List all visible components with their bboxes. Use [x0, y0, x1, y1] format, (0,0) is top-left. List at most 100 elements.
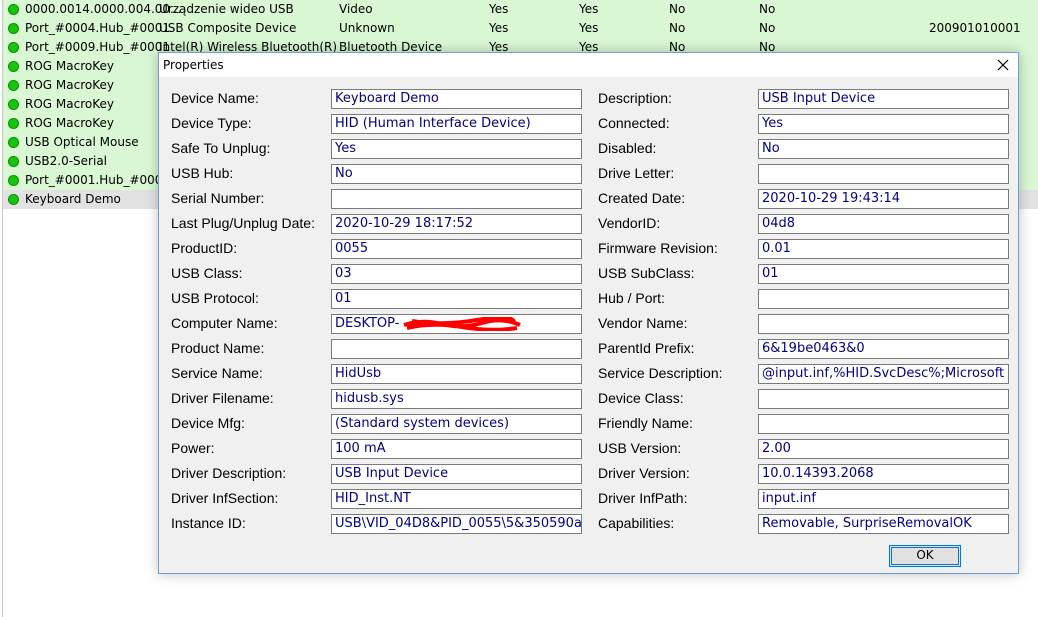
field-value-text: 2.00: [762, 441, 791, 456]
cell-name: Port_#0009.Hub_#0001: [25, 40, 171, 54]
device-row[interactable]: Port_#0004.Hub_#0001 USB Composite Device…: [3, 19, 1038, 38]
left-field-value[interactable]: HidUsb: [331, 364, 582, 384]
left-field-label: Device Mfg:: [171, 415, 245, 431]
cell-safe: Yes: [579, 2, 599, 16]
cell-serial: 200901010001: [929, 21, 1021, 35]
right-field-label: ParentId Prefix:: [598, 340, 695, 356]
field-value-text: Keyboard Demo: [335, 91, 439, 106]
right-field-value[interactable]: @input.inf,%HID.SvcDesc%;Microsoft: [758, 364, 1009, 384]
left-field-label: Device Name:: [171, 90, 259, 106]
field-value-text: No: [335, 166, 353, 181]
close-icon[interactable]: [994, 56, 1012, 74]
right-field-value[interactable]: No: [758, 139, 1009, 159]
dialog-title: Properties: [163, 58, 224, 72]
left-field-label: Power:: [171, 440, 215, 456]
cell-name: Keyboard Demo: [25, 192, 121, 206]
left-field-label: ProductID:: [171, 240, 238, 256]
right-field-value[interactable]: 2.00: [758, 439, 1009, 459]
left-field-value[interactable]: [331, 339, 582, 359]
left-field-label: Safe To Unplug:: [171, 140, 271, 156]
left-field-value[interactable]: No: [331, 164, 582, 184]
left-field-value[interactable]: Yes: [331, 139, 582, 159]
field-value-text: USB Input Device: [335, 466, 449, 481]
field-value-text: 01: [762, 266, 779, 281]
left-field-value[interactable]: Keyboard Demo: [331, 89, 582, 109]
field-value-text: 03: [335, 266, 352, 281]
right-field-label: Vendor Name:: [598, 315, 688, 331]
right-field-value[interactable]: 6&19be0463&0: [758, 339, 1009, 359]
left-field-value[interactable]: USB\VID_04D8&PID_0055\5&350590a: [331, 514, 582, 534]
green-dot-icon: [8, 23, 19, 34]
right-field-value[interactable]: [758, 289, 1009, 309]
field-value-text: input.inf: [762, 491, 816, 506]
right-field-label: USB Version:: [598, 440, 682, 456]
cell-description: Urządzenie wideo USB: [159, 2, 294, 16]
field-value-text: 2020-10-29 18:17:52: [335, 216, 474, 231]
left-field-value[interactable]: 100 mA: [331, 439, 582, 459]
green-dot-icon: [8, 137, 19, 148]
cell-name: ROG MacroKey: [25, 59, 114, 73]
left-field-label: Driver Filename:: [171, 390, 274, 406]
left-field-label: Device Type:: [171, 115, 252, 131]
field-value-text: @input.inf,%HID.SvcDesc%;Microsoft: [762, 366, 1005, 381]
right-field-label: VendorID:: [598, 215, 661, 231]
left-field-label: Driver InfSection:: [171, 490, 279, 506]
dialog-titlebar[interactable]: Properties: [159, 53, 1018, 77]
left-field-value[interactable]: DESKTOP-: [331, 314, 582, 334]
right-field-value[interactable]: 04d8: [758, 214, 1009, 234]
field-value-text: HID (Human Interface Device): [335, 116, 531, 131]
left-field-label: Instance ID:: [171, 515, 246, 531]
left-field-label: Product Name:: [171, 340, 265, 356]
left-field-value[interactable]: USB Input Device: [331, 464, 582, 484]
left-field-label: Computer Name:: [171, 315, 278, 331]
field-value-text: 2020-10-29 19:43:14: [762, 191, 901, 206]
left-field-value[interactable]: hidusb.sys: [331, 389, 582, 409]
right-field-label: Description:: [598, 90, 672, 106]
right-field-value[interactable]: Yes: [758, 114, 1009, 134]
green-dot-icon: [8, 194, 19, 205]
ok-button[interactable]: OK: [889, 545, 961, 567]
cell-connected: Yes: [489, 21, 509, 35]
field-value-text: 10.0.14393.2068: [762, 466, 874, 481]
cell-name: USB2.0-Serial: [25, 154, 108, 168]
field-value-text: HID_Inst.NT: [335, 491, 411, 506]
left-field-label: USB Hub:: [171, 165, 234, 181]
right-field-label: Disabled:: [598, 140, 657, 156]
right-field-value[interactable]: [758, 164, 1009, 184]
right-field-label: Friendly Name:: [598, 415, 693, 431]
left-field-value[interactable]: 01: [331, 289, 582, 309]
field-value-text: 0.01: [762, 241, 791, 256]
right-field-value[interactable]: [758, 414, 1009, 434]
field-value-text: 100 mA: [335, 441, 386, 456]
cell-name: Port_#0004.Hub_#0001: [25, 21, 171, 35]
field-value-text: 0055: [335, 241, 369, 256]
field-value-text: DESKTOP-: [335, 316, 400, 331]
left-field-value[interactable]: 0055: [331, 239, 582, 259]
left-field-label: Driver Description:: [171, 465, 287, 481]
left-field-label: USB Protocol:: [171, 290, 259, 306]
properties-dialog: Properties Device Name: Keyboard Demo Devi…: [158, 52, 1019, 574]
right-field-value[interactable]: input.inf: [758, 489, 1009, 509]
left-field-value[interactable]: HID_Inst.NT: [331, 489, 582, 509]
device-row[interactable]: 0000.0014.0000.004.00... Urządzenie wideo…: [3, 0, 1038, 19]
left-field-value[interactable]: (Standard system devices): [331, 414, 582, 434]
left-field-label: Last Plug/Unplug Date:: [171, 215, 315, 231]
cell-disabled: No: [669, 2, 686, 16]
right-field-value[interactable]: Removable, SurpriseRemovalOK: [758, 514, 1009, 534]
cell-connected: Yes: [489, 2, 509, 16]
green-dot-icon: [8, 156, 19, 167]
right-field-value[interactable]: [758, 314, 1009, 334]
left-field-value[interactable]: 2020-10-29 18:17:52: [331, 214, 582, 234]
left-field-value[interactable]: 03: [331, 264, 582, 284]
cell-hub: No: [759, 2, 776, 16]
right-field-value[interactable]: 0.01: [758, 239, 1009, 259]
right-field-value[interactable]: USB Input Device: [758, 89, 1009, 109]
right-field-value[interactable]: 2020-10-29 19:43:14: [758, 189, 1009, 209]
left-field-label: Service Name:: [171, 365, 263, 381]
field-value-text: USB\VID_04D8&PID_0055\5&350590a: [335, 516, 582, 531]
left-field-value[interactable]: [331, 189, 582, 209]
left-field-value[interactable]: HID (Human Interface Device): [331, 114, 582, 134]
right-field-value[interactable]: [758, 389, 1009, 409]
right-field-value[interactable]: 01: [758, 264, 1009, 284]
right-field-value[interactable]: 10.0.14393.2068: [758, 464, 1009, 484]
